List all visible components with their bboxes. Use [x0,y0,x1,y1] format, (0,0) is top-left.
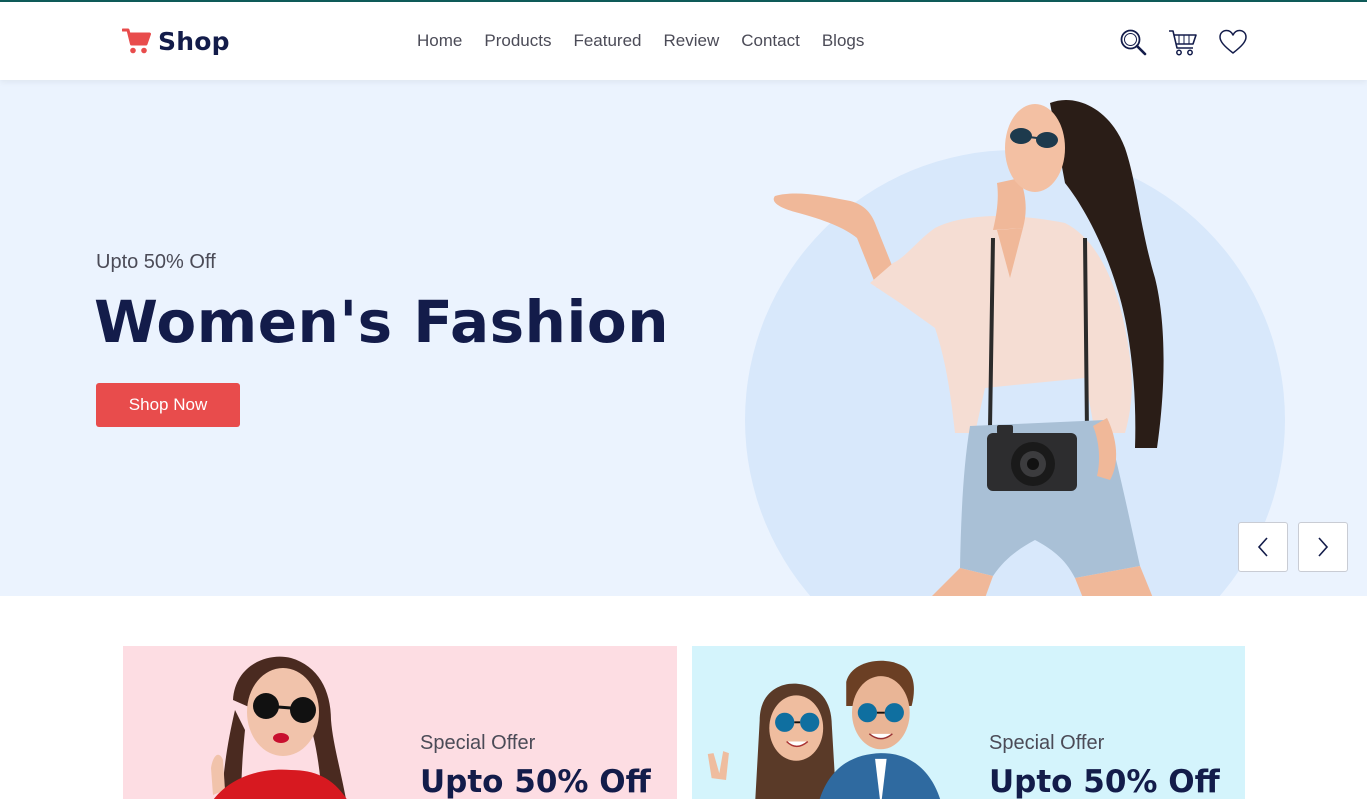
offer-subtitle: Special Offer [989,732,1105,754]
nav-link-products[interactable]: Products [473,29,562,53]
header-tools [1118,27,1248,57]
site-header: Shop Home Products Featured Review Conta… [0,2,1367,80]
offer-card-couple[interactable]: Special Offer Upto 50% Off [692,646,1245,799]
nav-link-review[interactable]: Review [653,29,731,53]
nav-link-contact[interactable]: Contact [730,29,811,53]
offer-title: Upto 50% Off [420,764,651,799]
main-nav: Home Products Featured Review Contact Bl… [406,29,875,53]
brand-name: Shop [158,26,230,56]
hero-banner: Upto 50% Off Women's Fashion Shop Now [0,80,1367,596]
nav-link-blogs[interactable]: Blogs [811,29,876,53]
offer-card-women[interactable]: Special Offer Upto 50% Off [123,646,677,799]
heart-icon[interactable] [1218,27,1248,57]
offer-title: Upto 50% Off [989,764,1220,799]
chevron-left-icon [1257,537,1268,557]
hero-prev-button[interactable] [1238,522,1288,572]
search-icon[interactable] [1118,27,1148,57]
cart-icon [122,28,151,54]
offer-subtitle: Special Offer [420,732,536,754]
cart-icon[interactable] [1168,27,1198,57]
hero-subtitle: Upto 50% Off [96,251,216,273]
hero-title: Women's Fashion [94,288,669,356]
hero-model-image [773,100,1164,596]
nav-link-featured[interactable]: Featured [562,29,652,53]
offer-couple-image [707,660,940,799]
shop-now-button[interactable]: Shop Now [96,383,240,427]
offer-model-image [211,656,347,799]
nav-link-home[interactable]: Home [406,29,473,53]
chevron-right-icon [1318,537,1329,557]
brand-logo[interactable]: Shop [122,24,230,58]
hero-next-button[interactable] [1298,522,1348,572]
